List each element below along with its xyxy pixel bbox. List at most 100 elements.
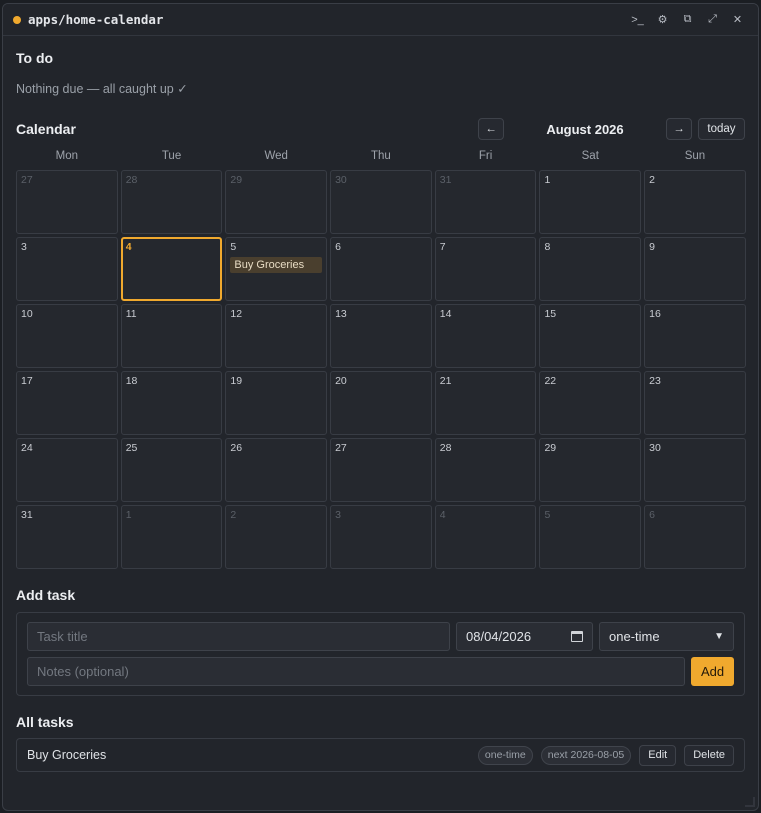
day-number: 30 bbox=[335, 174, 347, 186]
add-task-heading: Add task bbox=[16, 587, 76, 603]
day-number: 2 bbox=[230, 509, 237, 521]
day-number: 21 bbox=[439, 375, 452, 387]
day-number: 17 bbox=[21, 375, 33, 387]
day-number: 14 bbox=[439, 308, 452, 320]
calendar-icon[interactable] bbox=[571, 631, 583, 642]
add-task-button[interactable]: Add bbox=[691, 657, 734, 686]
calendar-day[interactable]: 4 bbox=[434, 505, 537, 569]
calendar-day[interactable]: 29 bbox=[539, 438, 642, 502]
calendar-day[interactable]: 3 bbox=[16, 237, 118, 301]
calendar-day[interactable]: 15 bbox=[539, 304, 642, 368]
calendar-day[interactable]: 22 bbox=[539, 371, 642, 435]
app-window: apps/home-calendar >_ ⚙ ⧉ ⤢ ✕ To do Nothing … bbox=[2, 3, 759, 811]
calendar-day[interactable]: 11 bbox=[120, 304, 223, 368]
all-tasks-heading: All tasks bbox=[16, 714, 74, 730]
weekday-label: Thu bbox=[370, 150, 391, 162]
calendar-day[interactable]: 1 bbox=[539, 170, 642, 234]
calendar-day[interactable]: 28 bbox=[434, 438, 537, 502]
day-number: 24 bbox=[21, 442, 33, 454]
calendar-day[interactable]: 13 bbox=[330, 304, 432, 368]
calendar-day[interactable]: 16 bbox=[644, 304, 746, 368]
calendar-day[interactable]: 31 bbox=[16, 505, 118, 569]
day-number: 5 bbox=[544, 509, 551, 521]
calendar-day[interactable]: 30 bbox=[330, 170, 432, 234]
recurrence-select[interactable]: one-time ▼ bbox=[599, 622, 734, 651]
calendar-day-today[interactable]: 4 bbox=[120, 237, 223, 301]
calendar-day[interactable]: 6 bbox=[644, 505, 746, 569]
day-number: 4 bbox=[125, 241, 132, 253]
window-title: apps/home-calendar bbox=[28, 12, 164, 27]
calendar-day[interactable]: 5 Buy Groceries bbox=[225, 237, 328, 301]
day-number: 29 bbox=[544, 442, 557, 454]
calendar-day[interactable]: 9 bbox=[644, 237, 746, 301]
todo-status-message: Nothing due — all caught up ✓ bbox=[16, 82, 188, 96]
calendar-day[interactable]: 17 bbox=[16, 371, 118, 435]
copy-icon[interactable]: ⧉ bbox=[677, 10, 698, 30]
task-title-input[interactable]: Task title bbox=[27, 622, 450, 651]
calendar-day[interactable]: 24 bbox=[16, 438, 118, 502]
day-number: 9 bbox=[649, 241, 655, 253]
day-number: 15 bbox=[544, 308, 557, 320]
expand-icon[interactable]: ⤢ bbox=[702, 10, 723, 30]
day-number: 2 bbox=[649, 174, 655, 186]
weekday-label: Tue bbox=[161, 150, 182, 162]
weekday-label: Sat bbox=[581, 150, 599, 162]
day-number: 1 bbox=[125, 509, 132, 521]
calendar-day[interactable]: 25 bbox=[120, 438, 223, 502]
todo-heading: To do bbox=[16, 50, 54, 66]
calendar-day[interactable]: 12 bbox=[225, 304, 328, 368]
prev-month-button[interactable]: ← bbox=[478, 118, 504, 140]
calendar-day[interactable]: 19 bbox=[225, 371, 328, 435]
calendar-event[interactable]: Buy Groceries bbox=[230, 257, 323, 273]
today-button[interactable]: today bbox=[698, 118, 745, 140]
calendar-day[interactable]: 23 bbox=[644, 371, 746, 435]
calendar-day[interactable]: 31 bbox=[434, 170, 537, 234]
day-number: 27 bbox=[335, 442, 347, 454]
weekday-label: Fri bbox=[478, 150, 493, 162]
calendar-day[interactable]: 6 bbox=[330, 237, 432, 301]
calendar-day[interactable]: 26 bbox=[225, 438, 328, 502]
gear-icon[interactable]: ⚙ bbox=[652, 10, 673, 30]
calendar-header: Calendar ← August 2026 → today bbox=[16, 118, 745, 140]
task-next-date-badge: next 2026-08-05 bbox=[540, 745, 632, 765]
calendar-day[interactable]: 5 bbox=[539, 505, 642, 569]
calendar-day[interactable]: 28 bbox=[120, 170, 223, 234]
calendar-day[interactable]: 20 bbox=[330, 371, 432, 435]
calendar-day[interactable]: 30 bbox=[644, 438, 746, 502]
calendar-day[interactable]: 8 bbox=[539, 237, 642, 301]
task-date-input[interactable]: 08/04/2026 bbox=[456, 622, 593, 651]
calendar-day[interactable]: 27 bbox=[330, 438, 432, 502]
task-name: Buy Groceries bbox=[27, 748, 107, 762]
recurrence-value: one-time bbox=[609, 629, 660, 644]
day-number: 11 bbox=[125, 308, 137, 320]
next-month-button[interactable]: → bbox=[666, 118, 692, 140]
calendar-day[interactable]: 2 bbox=[225, 505, 328, 569]
day-number: 5 bbox=[230, 241, 237, 253]
day-number: 8 bbox=[544, 241, 551, 253]
task-date-value: 08/04/2026 bbox=[466, 629, 532, 644]
day-number: 4 bbox=[439, 509, 446, 521]
close-icon[interactable]: ✕ bbox=[727, 10, 748, 30]
day-number: 26 bbox=[230, 442, 243, 454]
edit-task-button[interactable]: Edit bbox=[639, 744, 677, 766]
calendar-day[interactable]: 27 bbox=[16, 170, 118, 234]
calendar-nav: ← August 2026 → today bbox=[478, 118, 745, 140]
calendar-heading: Calendar bbox=[16, 121, 76, 137]
resize-handle[interactable] bbox=[745, 797, 755, 807]
calendar-day[interactable]: 21 bbox=[434, 371, 537, 435]
calendar-day[interactable]: 1 bbox=[120, 505, 223, 569]
calendar-day[interactable]: 2 bbox=[644, 170, 746, 234]
day-number: 13 bbox=[335, 308, 347, 320]
weekday-label: Sun bbox=[684, 150, 706, 162]
calendar-day[interactable]: 3 bbox=[330, 505, 432, 569]
calendar-day[interactable]: 7 bbox=[434, 237, 537, 301]
delete-task-button[interactable]: Delete bbox=[684, 744, 734, 766]
weekday-label: Wed bbox=[264, 150, 288, 162]
calendar-day[interactable]: 14 bbox=[434, 304, 537, 368]
calendar-day[interactable]: 10 bbox=[16, 304, 118, 368]
calendar-day[interactable]: 18 bbox=[120, 371, 223, 435]
calendar-day[interactable]: 29 bbox=[225, 170, 328, 234]
title-bar: apps/home-calendar >_ ⚙ ⧉ ⤢ ✕ bbox=[3, 4, 758, 36]
terminal-icon[interactable]: >_ bbox=[627, 10, 648, 30]
task-notes-input[interactable]: Notes (optional) bbox=[27, 657, 686, 686]
